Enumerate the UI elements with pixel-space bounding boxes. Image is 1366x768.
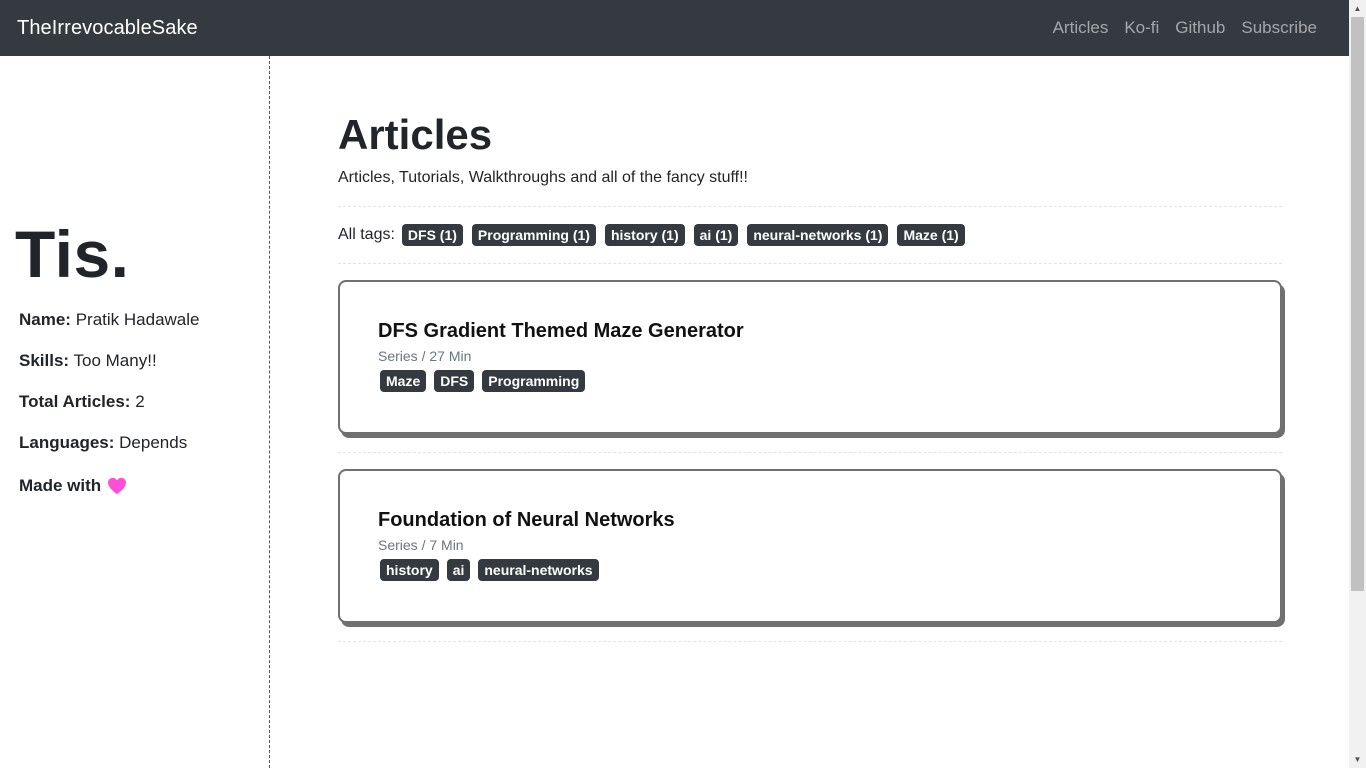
skills-label: Skills: bbox=[19, 351, 70, 370]
article-meta: Series / 7 Min bbox=[378, 537, 464, 553]
tag-maze[interactable]: Maze (1) bbox=[897, 224, 965, 246]
tag-dfs[interactable]: DFS (1) bbox=[401, 224, 463, 246]
divider bbox=[338, 452, 1282, 453]
article-tags: history ai neural-networks bbox=[380, 559, 607, 581]
brand-link[interactable]: TheIrrevocableSake bbox=[17, 17, 198, 40]
tag-ai[interactable]: ai (1) bbox=[693, 224, 739, 246]
article-tag[interactable]: ai bbox=[446, 559, 471, 581]
made-with-label: Made with bbox=[19, 476, 102, 495]
made-with: Made with bbox=[19, 476, 127, 496]
name-value: Pratik Hadawale bbox=[75, 310, 200, 329]
article-card[interactable]: DFS Gradient Themed Maze Generator Serie… bbox=[338, 280, 1282, 434]
scroll-down-arrow-icon[interactable]: ▼ bbox=[1349, 751, 1366, 768]
scroll-up-arrow-icon[interactable]: ▲ bbox=[1349, 0, 1366, 17]
tag-programming[interactable]: Programming (1) bbox=[471, 224, 596, 246]
all-tags-row: All tags: DFS (1) Programming (1) histor… bbox=[338, 224, 974, 246]
tag-history[interactable]: history (1) bbox=[604, 224, 685, 246]
name-label: Name: bbox=[19, 310, 71, 329]
nav-link-github[interactable]: Github bbox=[1167, 18, 1233, 38]
total-articles-label: Total Articles: bbox=[19, 392, 131, 411]
info-skills: Skills: Too Many!! bbox=[19, 351, 157, 371]
page-subtitle: Articles, Tutorials, Walkthroughs and al… bbox=[338, 169, 748, 186]
article-tag[interactable]: history bbox=[380, 559, 439, 581]
total-articles-value: 2 bbox=[135, 392, 145, 411]
heart-icon bbox=[108, 477, 127, 495]
all-tags-label: All tags: bbox=[338, 226, 395, 243]
skills-value: Too Many!! bbox=[73, 351, 157, 370]
article-tag[interactable]: Maze bbox=[380, 370, 427, 392]
article-card[interactable]: Foundation of Neural Networks Series / 7… bbox=[338, 469, 1282, 623]
article-title[interactable]: DFS Gradient Themed Maze Generator bbox=[378, 320, 744, 343]
article-tag[interactable]: DFS bbox=[434, 370, 475, 392]
article-tag[interactable]: Programming bbox=[482, 370, 586, 392]
divider bbox=[338, 641, 1282, 642]
nav-link-kofi[interactable]: Ko-fi bbox=[1116, 18, 1167, 38]
vertical-scrollbar[interactable]: ▲ ▼ bbox=[1349, 0, 1366, 768]
article-title[interactable]: Foundation of Neural Networks bbox=[378, 509, 675, 532]
languages-value: Depends bbox=[119, 433, 188, 452]
nav-link-subscribe[interactable]: Subscribe bbox=[1233, 18, 1325, 38]
article-meta: Series / 27 Min bbox=[378, 348, 472, 364]
scrollbar-thumb[interactable] bbox=[1351, 17, 1364, 591]
top-navbar: TheIrrevocableSake Articles Ko-fi Github… bbox=[0, 0, 1349, 56]
languages-label: Languages: bbox=[19, 433, 115, 452]
info-languages: Languages: Depends bbox=[19, 433, 187, 453]
info-total-articles: Total Articles: 2 bbox=[19, 392, 145, 412]
tag-neural-networks[interactable]: neural-networks (1) bbox=[747, 224, 889, 246]
sidebar: Tis. Name: Pratik Hadawale Skills: Too M… bbox=[0, 56, 270, 768]
nav-links: Articles Ko-fi Github Subscribe bbox=[1045, 18, 1325, 38]
page-title: Articles bbox=[338, 111, 493, 158]
article-tags: Maze DFS Programming bbox=[380, 370, 593, 392]
divider bbox=[338, 263, 1282, 264]
nav-link-articles[interactable]: Articles bbox=[1045, 18, 1117, 38]
info-name: Name: Pratik Hadawale bbox=[19, 310, 199, 330]
site-logo: Tis. bbox=[15, 217, 130, 291]
divider bbox=[338, 206, 1282, 207]
article-tag[interactable]: neural-networks bbox=[478, 559, 599, 581]
